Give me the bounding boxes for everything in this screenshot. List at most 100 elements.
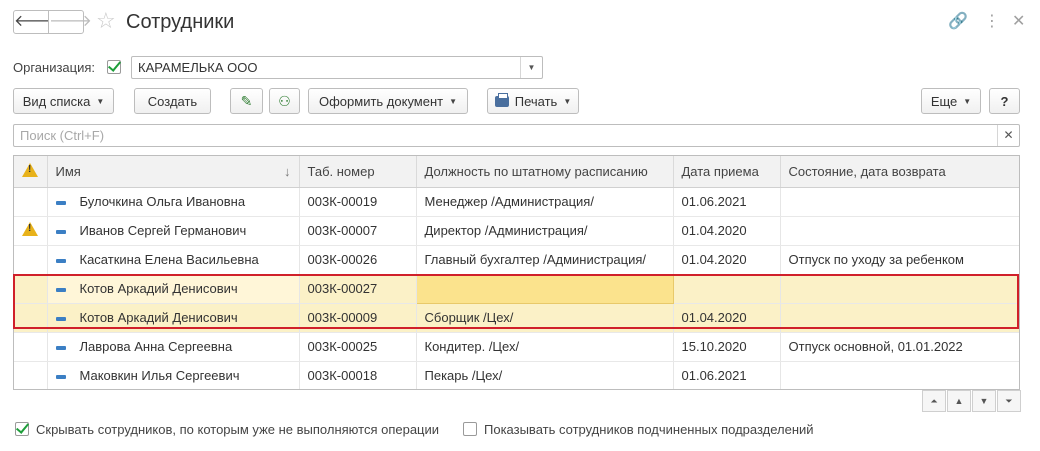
hire-date-cell[interactable]: 01.04.2020 xyxy=(673,216,781,246)
hire-date-cell[interactable]: 01.06.2021 xyxy=(673,187,781,217)
printer-icon xyxy=(494,92,509,107)
position-cell[interactable]: Главный бухгалтер /Администрация/ xyxy=(416,245,674,275)
hide-inactive-checkbox[interactable] xyxy=(15,422,29,436)
state-cell[interactable] xyxy=(780,274,1019,304)
tab-number-cell[interactable]: 003К-00025 xyxy=(299,332,417,362)
chevron-down-icon[interactable]: ▼ xyxy=(520,57,542,78)
state-cell[interactable] xyxy=(780,361,1019,389)
create-label: Создать xyxy=(147,93,198,109)
position-cell[interactable]: Пекарь /Цех/ xyxy=(416,361,674,389)
print-button[interactable]: Печать ▼ xyxy=(487,88,579,114)
warning-cell[interactable] xyxy=(14,303,48,333)
edit-button[interactable]: ✎ xyxy=(230,88,263,114)
table-row[interactable]: Котов Аркадий Денисович 003К-00027 xyxy=(14,273,1019,304)
organization-checkbox[interactable] xyxy=(107,60,121,74)
warning-cell[interactable] xyxy=(14,216,48,246)
name-cell[interactable]: Касаткина Елена Васильевна xyxy=(47,245,300,275)
position-cell[interactable]: Сборщик /Цех/ xyxy=(416,303,674,333)
state-cell[interactable] xyxy=(780,303,1019,333)
scroll-up-button[interactable]: ▲ xyxy=(947,390,971,412)
employees-button[interactable]: ⚇ xyxy=(269,88,300,114)
create-document-button[interactable]: Оформить документ ▼ xyxy=(308,88,468,114)
back-button[interactable]: 🡐 xyxy=(13,10,57,34)
position-cell[interactable] xyxy=(415,273,674,304)
warning-icon xyxy=(22,222,38,236)
search-input[interactable]: Поиск (Ctrl+F) ✕ xyxy=(13,124,1020,147)
more-vertical-icon[interactable]: ⋮ xyxy=(984,12,1000,32)
employee-icon xyxy=(55,200,66,205)
name-cell[interactable]: Лаврова Анна Сергеевна xyxy=(47,332,300,362)
employee-name: Котов Аркадий Денисович xyxy=(79,310,238,325)
create-button[interactable]: Создать xyxy=(134,88,211,114)
column-tab-number[interactable]: Таб. номер xyxy=(299,156,417,188)
page-title: Сотрудники xyxy=(126,11,235,33)
forward-button[interactable]: 🡒 xyxy=(48,10,92,34)
create-document-label: Оформить документ xyxy=(318,93,444,109)
table-row[interactable]: Лаврова Анна Сергеевна 003К-00025 Кондитер… xyxy=(14,332,1019,362)
close-icon[interactable]: ✕ xyxy=(1012,12,1025,32)
warning-cell[interactable] xyxy=(14,187,48,217)
show-subdivisions-checkbox[interactable] xyxy=(463,422,477,436)
warning-cell[interactable] xyxy=(14,361,48,389)
employee-icon xyxy=(55,316,66,321)
column-name[interactable]: Имя ↓ xyxy=(47,156,300,188)
table-row[interactable]: Касаткина Елена Васильевна 003К-00026 Глав… xyxy=(14,245,1019,275)
table-row[interactable]: Котов Аркадий Денисович 003К-00009 Сборщик… xyxy=(14,303,1019,333)
organization-field[interactable]: КАРАМЕЛЬКА ООО ▼ xyxy=(131,56,543,79)
tab-number-cell[interactable]: 003К-00018 xyxy=(299,361,417,389)
scroll-down-button[interactable]: ▼ xyxy=(972,390,996,412)
name-cell[interactable]: Котов Аркадий Денисович xyxy=(47,274,300,304)
name-cell[interactable]: Маковкин Илья Сергеевич xyxy=(47,361,300,389)
table-row[interactable]: Булочкина Ольга Ивановна 003К-00019 Менедж… xyxy=(14,187,1019,217)
hire-date-cell[interactable] xyxy=(673,274,781,304)
employee-icon xyxy=(55,287,66,292)
hire-date-cell[interactable]: 01.04.2020 xyxy=(673,303,781,333)
hire-date-cell[interactable]: 15.10.2020 xyxy=(673,332,781,362)
column-position[interactable]: Должность по штатному расписанию xyxy=(416,156,674,188)
table-header: Имя ↓ Таб. номер Должность по штатному ра… xyxy=(14,156,1019,188)
column-state[interactable]: Состояние, дата возврата xyxy=(780,156,1019,188)
warning-cell[interactable] xyxy=(14,274,48,304)
position-cell[interactable]: Кондитер. /Цех/ xyxy=(416,332,674,362)
name-cell[interactable]: Иванов Сергей Германович xyxy=(47,216,300,246)
employee-name: Касаткина Елена Васильевна xyxy=(79,252,259,267)
hire-date-cell[interactable]: 01.06.2021 xyxy=(673,361,781,389)
hide-inactive-label: Скрывать сотрудников, по которым уже не … xyxy=(36,422,440,437)
column-hire-date[interactable]: Дата приема xyxy=(673,156,781,188)
caret-down-icon: ▼ xyxy=(963,96,972,106)
tab-number-cell[interactable]: 003К-00007 xyxy=(299,216,417,246)
link-icon[interactable]: 🔗 xyxy=(948,12,968,32)
tab-number-cell[interactable]: 003К-00026 xyxy=(299,245,417,275)
tab-number-cell[interactable]: 003К-00027 xyxy=(299,274,417,304)
more-button[interactable]: Еще ▼ xyxy=(921,88,981,114)
tab-number-cell[interactable]: 003К-00009 xyxy=(299,303,417,333)
table-row[interactable]: Иванов Сергей Германович 003К-00007Директ… xyxy=(14,216,1019,246)
arrow-right-icon: 🡒 xyxy=(49,13,92,30)
tab-number-cell[interactable]: 003К-00019 xyxy=(299,187,417,217)
scroll-top-button[interactable]: ⏶ xyxy=(922,390,946,412)
employee-name: Маковкин Илья Сергеевич xyxy=(79,368,240,383)
warning-cell[interactable] xyxy=(14,332,48,362)
state-cell[interactable]: Отпуск основной, 01.01.2022 xyxy=(780,332,1019,362)
position-cell[interactable]: Менеджер /Администрация/ xyxy=(416,187,674,217)
view-list-label: Вид списка xyxy=(22,93,91,109)
table-row[interactable]: Маковкин Илья Сергеевич 003К-00018 Пекарь … xyxy=(14,361,1019,389)
name-cell[interactable]: Булочкина Ольга Ивановна xyxy=(47,187,300,217)
state-cell[interactable] xyxy=(780,187,1019,217)
state-cell[interactable]: Отпуск по уходу за ребенком xyxy=(780,245,1019,275)
name-cell[interactable]: Котов Аркадий Денисович xyxy=(47,303,300,333)
state-cell[interactable] xyxy=(780,216,1019,246)
view-list-button[interactable]: Вид списка ▼ xyxy=(13,88,114,114)
more-label: Еще xyxy=(930,93,958,109)
warning-cell[interactable] xyxy=(14,245,48,275)
clear-icon[interactable]: ✕ xyxy=(997,125,1019,146)
star-icon[interactable]: ☆ xyxy=(96,9,116,33)
hire-date-cell[interactable]: 01.04.2020 xyxy=(673,245,781,275)
scroll-bottom-button[interactable]: ⏷ xyxy=(997,390,1021,412)
column-warning[interactable] xyxy=(14,156,48,188)
caret-down-icon: ▼ xyxy=(563,96,572,106)
down-icon: ▼ xyxy=(979,396,989,406)
position-cell[interactable]: Директор /Администрация/ xyxy=(416,216,674,246)
warning-icon xyxy=(22,162,38,177)
help-button[interactable]: ? xyxy=(989,88,1020,114)
